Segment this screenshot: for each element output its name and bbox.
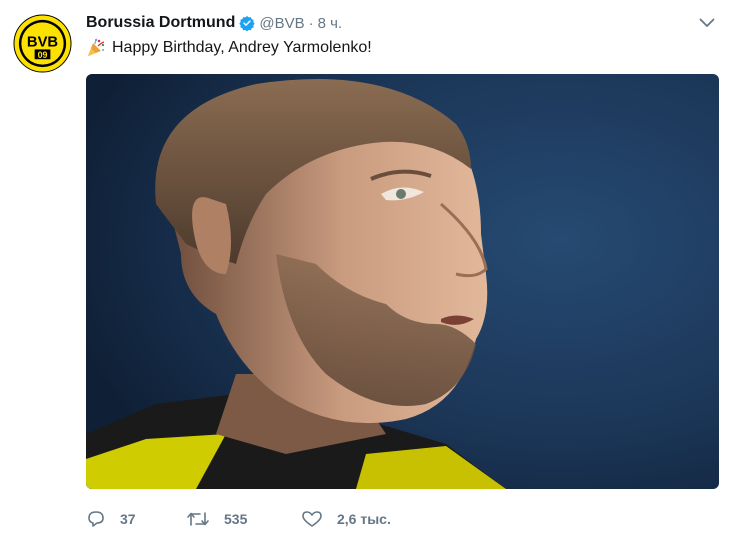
- retweet-count: 535: [224, 511, 248, 527]
- retweet-button[interactable]: 535: [186, 510, 296, 528]
- reply-button[interactable]: 37: [86, 510, 176, 528]
- tweet-text-content: Happy Birthday, Andrey Yarmolenko!: [112, 39, 372, 56]
- svg-text:BVB: BVB: [27, 34, 58, 50]
- tweet-actions: 37 535 2,6 тыс.: [86, 506, 391, 532]
- author-name[interactable]: Borussia Dortmund: [86, 14, 235, 32]
- chevron-down-icon[interactable]: [699, 18, 715, 28]
- heart-icon: [302, 511, 322, 527]
- tweet-timestamp[interactable]: 8 ч.: [318, 15, 343, 32]
- tweet-card[interactable]: BVB 09 Borussia Dortmund @BVB · 8 ч. Hap…: [0, 0, 729, 534]
- header-separator: ·: [308, 14, 314, 32]
- author-handle[interactable]: @BVB: [259, 15, 304, 32]
- svg-text:09: 09: [38, 50, 48, 60]
- tweet-header: Borussia Dortmund @BVB · 8 ч.: [86, 12, 709, 34]
- like-button[interactable]: 2,6 тыс.: [301, 510, 391, 528]
- tweet-text: Happy Birthday, Andrey Yarmolenko!: [86, 38, 372, 58]
- like-count: 2,6 тыс.: [337, 511, 391, 527]
- reply-icon: [88, 511, 104, 527]
- retweet-icon: [187, 512, 209, 526]
- reply-count: 37: [120, 511, 136, 527]
- tweet-photo[interactable]: [86, 74, 719, 489]
- party-popper-icon: [88, 38, 105, 56]
- avatar[interactable]: BVB 09: [13, 14, 72, 73]
- verified-badge-icon: [239, 16, 256, 31]
